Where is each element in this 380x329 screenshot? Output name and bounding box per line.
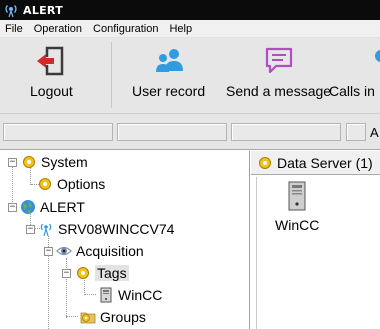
tree-connector [66, 316, 78, 317]
tree-node-wincc[interactable]: WinCC [98, 284, 162, 306]
panel-content: WinCC [256, 177, 380, 329]
radio-wave-icon [38, 221, 54, 237]
tree-connector [84, 294, 96, 295]
server-item-wincc[interactable]: WinCC [275, 181, 319, 233]
gear-icon [75, 265, 91, 281]
server-item-label: WinCC [275, 217, 320, 233]
tree-node-alert[interactable]: − ALERT [8, 196, 85, 218]
logout-label: Logout [30, 83, 73, 99]
users-icon [152, 44, 186, 78]
tree-node-system[interactable]: − System [8, 151, 88, 173]
navigation-tree: − System Options − ALERT − SRV08WINCCV74… [0, 151, 250, 329]
tree-label-options: Options [57, 176, 106, 192]
toolbar: Logout User record Send a message Calls … [0, 38, 380, 114]
menu-bar: File Operation Configuration Help [0, 20, 380, 38]
menu-configuration[interactable]: Configuration [88, 20, 164, 38]
user-record-button[interactable]: User record [132, 44, 205, 104]
calls-in-button[interactable]: Calls in [329, 44, 380, 104]
tree-node-options[interactable]: Options [37, 173, 105, 195]
logout-door-icon [34, 44, 68, 78]
tree-label-tags: Tags [95, 265, 129, 281]
tree-node-groups[interactable]: Groups [80, 306, 146, 328]
send-message-label: Send a message [226, 83, 332, 99]
tree-node-tags[interactable]: − Tags [62, 262, 129, 284]
gear-icon [257, 155, 273, 171]
message-bubble-icon [262, 44, 296, 78]
tree-node-acquisition[interactable]: − Acquisition [44, 240, 144, 262]
tree-node-server[interactable]: − SRV08WINCCV74 [26, 218, 174, 240]
collapse-icon[interactable]: − [8, 202, 17, 212]
data-server-panel: Data Server (1) WinCC [251, 151, 380, 329]
gear-folder-icon [80, 309, 96, 325]
calls-icon [373, 44, 380, 78]
globe-icon [20, 199, 36, 215]
tree-label-acquisition: Acquisition [76, 243, 144, 259]
title-bar: ALERT [0, 0, 380, 20]
window-title: ALERT [23, 3, 64, 17]
send-message-button[interactable]: Send a message [226, 44, 331, 104]
tree-label-system: System [41, 154, 88, 170]
eye-icon [56, 243, 72, 259]
logout-button[interactable]: Logout [30, 44, 73, 104]
status-field-4 [346, 123, 366, 141]
status-field-2 [117, 123, 227, 141]
gear-icon [37, 176, 53, 192]
calls-in-label: Calls in [329, 83, 375, 99]
gear-icon [21, 154, 37, 170]
server-tower-icon [98, 287, 114, 303]
status-field-3 [231, 123, 341, 141]
collapse-icon[interactable]: − [8, 157, 17, 167]
collapse-icon[interactable]: − [62, 268, 71, 278]
collapse-icon[interactable]: − [44, 246, 53, 256]
menu-file[interactable]: File [0, 20, 29, 38]
menu-help[interactable]: Help [164, 20, 198, 38]
radio-wave-icon [2, 1, 20, 19]
user-record-label: User record [132, 83, 206, 99]
tree-label-server: SRV08WINCCV74 [58, 221, 175, 237]
panel-header: Data Server (1) [251, 151, 380, 175]
status-trailing-text: A [370, 125, 379, 140]
toolbar-separator [111, 42, 112, 108]
status-field-1 [3, 123, 113, 141]
collapse-icon[interactable]: − [26, 224, 35, 234]
panel-header-title: Data Server (1) [277, 154, 373, 171]
tree-label-alert: ALERT [40, 199, 85, 215]
tree-label-wincc: WinCC [118, 287, 163, 303]
menu-operation[interactable]: Operation [29, 20, 88, 38]
tree-label-groups: Groups [100, 309, 146, 325]
server-tower-icon [283, 181, 311, 211]
status-strip: A [0, 114, 380, 150]
